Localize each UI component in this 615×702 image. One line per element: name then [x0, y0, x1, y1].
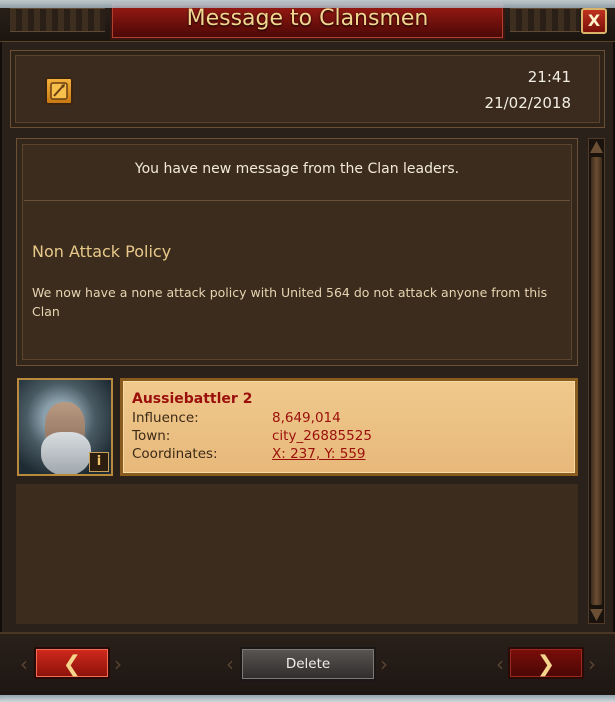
- sender-name[interactable]: Aussiebattler 2: [132, 391, 252, 407]
- scroll-thumb[interactable]: [591, 157, 602, 605]
- message-notice: You have new message from the Clan leade…: [134, 161, 460, 177]
- delete-left-ornament-icon: ‹: [226, 652, 234, 676]
- chevron-right-icon: ❯: [536, 652, 556, 677]
- coordinates-label: Coordinates:: [132, 446, 218, 462]
- delete-button[interactable]: Delete: [240, 647, 376, 681]
- title-ornament-right: [510, 8, 580, 32]
- town-value[interactable]: city_26885525: [272, 428, 372, 444]
- message-time: 21:41: [527, 68, 571, 86]
- influence-label: Influence:: [132, 410, 199, 426]
- quill-scroll-icon: [45, 77, 73, 105]
- panel-divider: [24, 200, 570, 201]
- chevron-left-ornament-icon-2: ‹: [496, 652, 504, 676]
- header-panel: [10, 50, 605, 128]
- chevron-right-ornament-icon: ›: [114, 652, 122, 676]
- chevron-left-icon: ❮: [62, 652, 82, 677]
- previous-message-button[interactable]: ❮: [34, 647, 110, 679]
- message-date: 21/02/2018: [484, 94, 571, 112]
- close-button[interactable]: X: [581, 8, 607, 34]
- chevron-left-ornament-icon: ‹: [20, 652, 28, 676]
- message-body: We now have a none attack policy with Un…: [32, 285, 548, 319]
- delete-right-ornament-icon: ›: [380, 652, 388, 676]
- frost-top-decoration: [0, 0, 615, 8]
- town-label: Town:: [132, 428, 171, 444]
- title-ornament-left: [10, 8, 105, 32]
- frost-bottom-decoration: [0, 695, 615, 702]
- avatar-beard: [41, 432, 91, 474]
- next-message-button[interactable]: ❯: [508, 647, 584, 679]
- window-title: Message to Clansmen: [186, 6, 429, 31]
- message-subject: Non Attack Policy: [32, 242, 172, 261]
- chevron-right-ornament-icon-2: ›: [588, 652, 596, 676]
- content-area: [16, 484, 578, 624]
- influence-value: 8,649,014: [272, 410, 341, 426]
- info-icon[interactable]: i: [89, 452, 109, 472]
- coordinates-link[interactable]: X: 237, Y: 559: [272, 446, 366, 462]
